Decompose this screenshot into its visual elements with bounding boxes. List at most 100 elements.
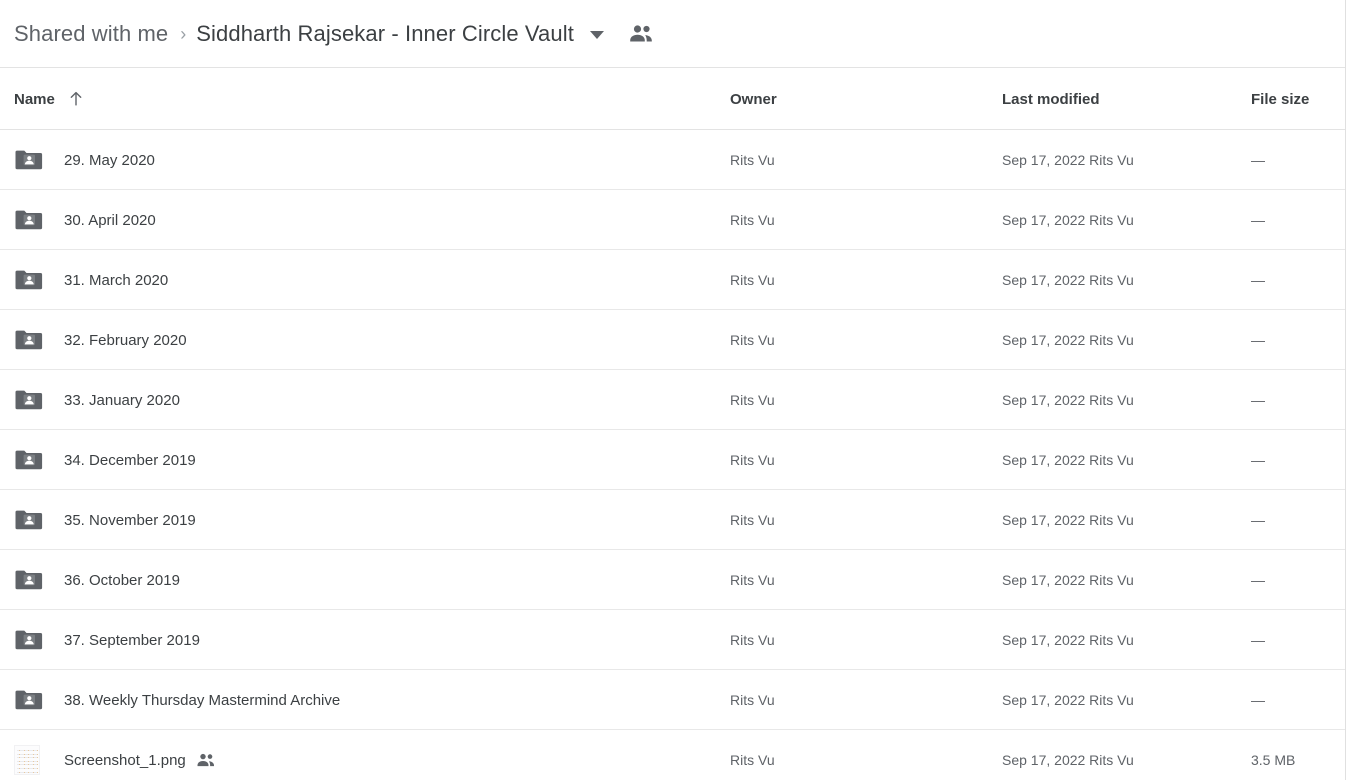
file-size-label: —	[1251, 212, 1265, 228]
image-thumbnail-icon	[14, 745, 48, 775]
cell-last-modified: Sep 17, 2022 Rits Vu	[1002, 730, 1134, 780]
table-row[interactable]: 32. February 2020 Rits Vu Sep 17, 2022 Rit…	[0, 310, 1345, 370]
cell-file-size: —	[1251, 490, 1265, 550]
last-modified-label: Sep 17, 2022 Rits Vu	[1002, 332, 1134, 348]
column-header-owner-label: Owner	[730, 90, 777, 108]
cell-owner: Rits Vu	[730, 430, 775, 490]
cell-name: 34. December 2019	[14, 430, 196, 490]
file-name-label[interactable]: 31. March 2020	[64, 272, 168, 289]
cell-last-modified: Sep 17, 2022 Rits Vu	[1002, 130, 1134, 190]
shared-folder-icon	[14, 628, 48, 652]
last-modified-label: Sep 17, 2022 Rits Vu	[1002, 152, 1134, 168]
file-name-label[interactable]: 32. February 2020	[64, 332, 187, 349]
last-modified-label: Sep 17, 2022 Rits Vu	[1002, 392, 1134, 408]
cell-last-modified: Sep 17, 2022 Rits Vu	[1002, 370, 1134, 430]
last-modified-label: Sep 17, 2022 Rits Vu	[1002, 692, 1134, 708]
file-name-label[interactable]: 35. November 2019	[64, 512, 196, 529]
cell-last-modified: Sep 17, 2022 Rits Vu	[1002, 430, 1134, 490]
last-modified-label: Sep 17, 2022 Rits Vu	[1002, 632, 1134, 648]
cell-owner: Rits Vu	[730, 190, 775, 250]
file-size-label: —	[1251, 272, 1265, 288]
table-row[interactable]: 33. January 2020 Rits Vu Sep 17, 2022 Rits…	[0, 370, 1345, 430]
table-row[interactable]: 36. October 2019 Rits Vu Sep 17, 2022 Rits…	[0, 550, 1345, 610]
cell-owner: Rits Vu	[730, 550, 775, 610]
table-row[interactable]: 29. May 2020 Rits Vu Sep 17, 2022 Rits Vu —	[0, 130, 1345, 190]
shared-folder-icon	[14, 328, 48, 352]
arrow-up-icon[interactable]	[69, 91, 83, 107]
cell-name: 37. September 2019	[14, 610, 200, 670]
owner-label: Rits Vu	[730, 212, 775, 228]
file-list: 29. May 2020 Rits Vu Sep 17, 2022 Rits Vu —…	[0, 130, 1345, 780]
owner-label: Rits Vu	[730, 392, 775, 408]
owner-label: Rits Vu	[730, 452, 775, 468]
file-size-label: —	[1251, 332, 1265, 348]
file-size-label: —	[1251, 632, 1265, 648]
cell-last-modified: Sep 17, 2022 Rits Vu	[1002, 550, 1134, 610]
table-row[interactable]: 30. April 2020 Rits Vu Sep 17, 2022 Rits V…	[0, 190, 1345, 250]
cell-name: 29. May 2020	[14, 130, 155, 190]
last-modified-label: Sep 17, 2022 Rits Vu	[1002, 572, 1134, 588]
file-name-label[interactable]: 34. December 2019	[64, 452, 196, 469]
file-name-label[interactable]: 37. September 2019	[64, 632, 200, 649]
column-header-last-modified-label: Last modified	[1002, 90, 1100, 108]
breadcrumb-current-folder[interactable]: Siddharth Rajsekar - Inner Circle Vault	[196, 21, 574, 47]
cell-last-modified: Sep 17, 2022 Rits Vu	[1002, 670, 1134, 730]
last-modified-label: Sep 17, 2022 Rits Vu	[1002, 752, 1134, 768]
breadcrumb-separator-icon: ›	[180, 23, 187, 44]
cell-name: 30. April 2020	[14, 190, 156, 250]
column-header-file-size-label: File size	[1251, 90, 1310, 108]
shared-folder-icon	[14, 688, 48, 712]
last-modified-label: Sep 17, 2022 Rits Vu	[1002, 512, 1134, 528]
file-name-label[interactable]: Screenshot_1.png	[64, 752, 186, 769]
file-size-label: —	[1251, 692, 1265, 708]
file-size-label: 3.5 MB	[1251, 752, 1296, 768]
owner-label: Rits Vu	[730, 152, 775, 168]
cell-file-size: —	[1251, 430, 1265, 490]
table-row[interactable]: 37. September 2019 Rits Vu Sep 17, 2022 Ri…	[0, 610, 1345, 670]
file-name-label[interactable]: 33. January 2020	[64, 392, 180, 409]
file-name-label[interactable]: 36. October 2019	[64, 572, 180, 589]
table-row[interactable]: Screenshot_1.png Rits Vu Sep 17, 2022 Rits…	[0, 730, 1345, 780]
cell-file-size: —	[1251, 370, 1265, 430]
table-row[interactable]: 34. December 2019 Rits Vu Sep 17, 2022 Rit…	[0, 430, 1345, 490]
file-name-label[interactable]: 38. Weekly Thursday Mastermind Archive	[64, 692, 340, 709]
cell-owner: Rits Vu	[730, 130, 775, 190]
shared-folder-icon	[14, 508, 48, 532]
cell-name: 38. Weekly Thursday Mastermind Archive	[14, 670, 340, 730]
column-header-owner[interactable]: Owner	[730, 68, 777, 130]
cell-owner: Rits Vu	[730, 610, 775, 670]
cell-file-size: —	[1251, 610, 1265, 670]
shared-folder-icon	[14, 268, 48, 292]
table-row[interactable]: 38. Weekly Thursday Mastermind Archive Ri…	[0, 670, 1345, 730]
owner-label: Rits Vu	[730, 332, 775, 348]
breadcrumb-parent-shared-with-me[interactable]: Shared with me	[14, 21, 168, 47]
table-row[interactable]: 31. March 2020 Rits Vu Sep 17, 2022 Rits V…	[0, 250, 1345, 310]
cell-name: 35. November 2019	[14, 490, 196, 550]
cell-name: Screenshot_1.png	[14, 730, 216, 780]
table-row[interactable]: 35. November 2019 Rits Vu Sep 17, 2022 Rit…	[0, 490, 1345, 550]
file-size-label: —	[1251, 152, 1265, 168]
shared-folder-icon	[14, 388, 48, 412]
file-size-label: —	[1251, 452, 1265, 468]
column-header-file-size[interactable]: File size	[1251, 68, 1309, 130]
chevron-down-icon[interactable]	[589, 31, 604, 39]
cell-last-modified: Sep 17, 2022 Rits Vu	[1002, 190, 1134, 250]
owner-label: Rits Vu	[730, 692, 775, 708]
cell-name: 32. February 2020	[14, 310, 187, 370]
owner-label: Rits Vu	[730, 632, 775, 648]
cell-file-size: —	[1251, 310, 1265, 370]
cell-owner: Rits Vu	[730, 310, 775, 370]
cell-owner: Rits Vu	[730, 250, 775, 310]
shared-people-badge-icon	[196, 753, 216, 768]
file-size-label: —	[1251, 512, 1265, 528]
column-header-name[interactable]: Name	[14, 68, 83, 130]
cell-file-size: —	[1251, 250, 1265, 310]
cell-file-size: —	[1251, 550, 1265, 610]
column-header-last-modified[interactable]: Last modified	[1002, 68, 1100, 130]
people-icon[interactable]	[628, 24, 654, 44]
drive-file-browser: Shared with me › Siddharth Rajsekar - In…	[0, 0, 1346, 780]
cell-last-modified: Sep 17, 2022 Rits Vu	[1002, 490, 1134, 550]
file-name-label[interactable]: 30. April 2020	[64, 212, 156, 229]
table-column-headers: Name Owner Last modified File size	[0, 68, 1345, 130]
file-name-label[interactable]: 29. May 2020	[64, 152, 155, 169]
